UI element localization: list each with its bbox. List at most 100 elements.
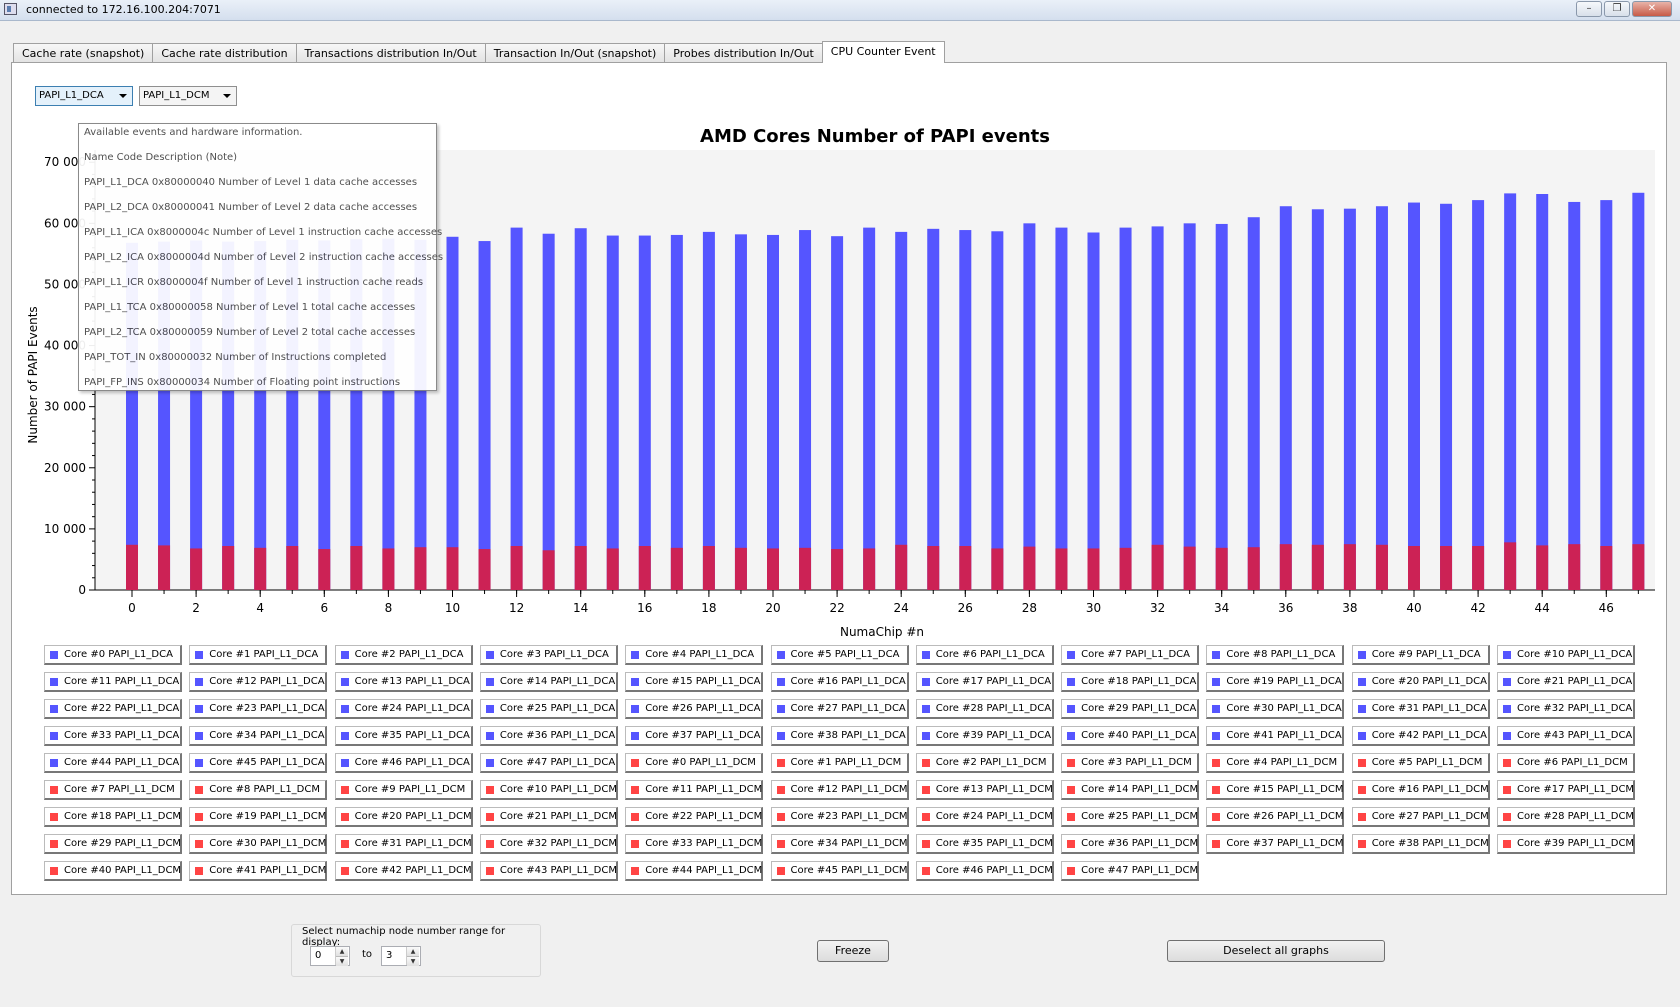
legend-item[interactable]: Core #14 PAPI_L1_DCA [479,672,618,692]
legend-item[interactable]: Core #6 PAPI_L1_DCA [915,645,1054,665]
legend-item[interactable]: Core #47 PAPI_L1_DCM [1061,861,1200,881]
legend-item[interactable]: Core #29 PAPI_L1_DCM [44,834,182,854]
legend-item[interactable]: Core #19 PAPI_L1_DCA [1206,672,1345,692]
legend-item[interactable]: Core #42 PAPI_L1_DCA [1351,726,1490,746]
legend-item[interactable]: Core #8 PAPI_L1_DCA [1206,645,1345,665]
legend-item[interactable]: Core #37 PAPI_L1_DCM [1206,834,1345,854]
legend-item[interactable]: Core #39 PAPI_L1_DCA [915,726,1054,746]
range-from-spinbox[interactable]: 0 ▲ ▼ [310,946,350,966]
legend-item[interactable]: Core #3 PAPI_L1_DCM [1061,753,1200,773]
legend-item[interactable]: Core #37 PAPI_L1_DCA [625,726,764,746]
popup-event-item[interactable]: PAPI_L1_ICR 0x8000004f Number of Level 1… [84,277,423,288]
legend-item[interactable]: Core #17 PAPI_L1_DCA [915,672,1054,692]
legend-item[interactable]: Core #40 PAPI_L1_DCA [1061,726,1200,746]
legend-item[interactable]: Core #5 PAPI_L1_DCM [1351,753,1490,773]
legend-item[interactable]: Core #32 PAPI_L1_DCM [479,834,618,854]
legend-item[interactable]: Core #40 PAPI_L1_DCM [44,861,182,881]
legend-item[interactable]: Core #28 PAPI_L1_DCM [1497,807,1635,827]
legend-item[interactable]: Core #18 PAPI_L1_DCA [1061,672,1200,692]
legend-item[interactable]: Core #16 PAPI_L1_DCA [770,672,909,692]
legend-item[interactable]: Core #10 PAPI_L1_DCM [479,780,618,800]
legend-item[interactable]: Core #34 PAPI_L1_DCM [770,834,909,854]
legend-item[interactable]: Core #14 PAPI_L1_DCM [1061,780,1200,800]
legend-item[interactable]: Core #36 PAPI_L1_DCA [479,726,618,746]
legend-item[interactable]: Core #4 PAPI_L1_DCM [1206,753,1345,773]
legend-item[interactable]: Core #27 PAPI_L1_DCA [770,699,909,719]
legend-item[interactable]: Core #31 PAPI_L1_DCM [334,834,473,854]
spin-up-icon[interactable]: ▲ [336,947,348,956]
legend-item[interactable]: Core #38 PAPI_L1_DCM [1351,834,1490,854]
legend-item[interactable]: Core #0 PAPI_L1_DCA [44,645,182,665]
legend-item[interactable]: Core #10 PAPI_L1_DCA [1497,645,1635,665]
legend-item[interactable]: Core #45 PAPI_L1_DCM [770,861,909,881]
legend-item[interactable]: Core #43 PAPI_L1_DCA [1497,726,1635,746]
legend-item[interactable]: Core #22 PAPI_L1_DCA [44,699,182,719]
legend-item[interactable]: Core #22 PAPI_L1_DCM [625,807,764,827]
legend-item[interactable]: Core #23 PAPI_L1_DCA [189,699,328,719]
legend-item[interactable]: Core #21 PAPI_L1_DCM [479,807,618,827]
legend-item[interactable]: Core #31 PAPI_L1_DCA [1351,699,1490,719]
legend-item[interactable]: Core #26 PAPI_L1_DCA [625,699,764,719]
legend-item[interactable]: Core #28 PAPI_L1_DCA [915,699,1054,719]
legend-item[interactable]: Core #35 PAPI_L1_DCM [915,834,1054,854]
range-to-spinbox[interactable]: 3 ▲ ▼ [381,946,421,966]
legend-item[interactable]: Core #11 PAPI_L1_DCA [44,672,182,692]
deselect-all-button[interactable]: Deselect all graphs [1167,940,1385,962]
popup-event-item[interactable]: PAPI_L2_TCA 0x80000059 Number of Level 2… [84,327,415,338]
legend-item[interactable]: Core #6 PAPI_L1_DCM [1497,753,1635,773]
legend-item[interactable]: Core #33 PAPI_L1_DCA [44,726,182,746]
legend-item[interactable]: Core #20 PAPI_L1_DCA [1351,672,1490,692]
legend-item[interactable]: Core #32 PAPI_L1_DCA [1497,699,1635,719]
legend-item[interactable]: Core #30 PAPI_L1_DCM [189,834,328,854]
spin-down-icon[interactable]: ▼ [407,956,419,966]
legend-item[interactable]: Core #2 PAPI_L1_DCM [915,753,1054,773]
legend-item[interactable]: Core #29 PAPI_L1_DCA [1061,699,1200,719]
popup-event-item[interactable]: PAPI_FP_INS 0x80000034 Number of Floatin… [84,377,400,388]
legend-item[interactable]: Core #0 PAPI_L1_DCM [625,753,764,773]
popup-event-item[interactable]: PAPI_L1_DCA 0x80000040 Number of Level 1… [84,177,417,188]
popup-event-item[interactable]: PAPI_L1_TCA 0x80000058 Number of Level 1… [84,302,415,313]
legend-item[interactable]: Core #24 PAPI_L1_DCM [915,807,1054,827]
tab-cpu-counter-event[interactable]: CPU Counter Event [821,41,945,63]
freeze-button[interactable]: Freeze [817,940,889,962]
legend-item[interactable]: Core #35 PAPI_L1_DCA [334,726,473,746]
legend-item[interactable]: Core #13 PAPI_L1_DCM [915,780,1054,800]
legend-item[interactable]: Core #33 PAPI_L1_DCM [625,834,764,854]
legend-item[interactable]: Core #1 PAPI_L1_DCM [770,753,909,773]
legend-item[interactable]: Core #7 PAPI_L1_DCA [1061,645,1200,665]
legend-item[interactable]: Core #30 PAPI_L1_DCA [1206,699,1345,719]
popup-event-item[interactable]: PAPI_L2_DCA 0x80000041 Number of Level 2… [84,202,417,213]
legend-item[interactable]: Core #18 PAPI_L1_DCM [44,807,182,827]
legend-item[interactable]: Core #7 PAPI_L1_DCM [44,780,182,800]
legend-item[interactable]: Core #3 PAPI_L1_DCA [479,645,618,665]
legend-item[interactable]: Core #15 PAPI_L1_DCA [625,672,764,692]
legend-item[interactable]: Core #5 PAPI_L1_DCA [770,645,909,665]
legend-item[interactable]: Core #36 PAPI_L1_DCM [1061,834,1200,854]
popup-event-item[interactable]: PAPI_L1_ICA 0x8000004c Number of Level 1… [84,227,442,238]
legend-item[interactable]: Core #41 PAPI_L1_DCM [189,861,328,881]
legend-item[interactable]: Core #13 PAPI_L1_DCA [334,672,473,692]
legend-item[interactable]: Core #41 PAPI_L1_DCA [1206,726,1345,746]
legend-item[interactable]: Core #38 PAPI_L1_DCA [770,726,909,746]
legend-item[interactable]: Core #2 PAPI_L1_DCA [334,645,473,665]
legend-item[interactable]: Core #24 PAPI_L1_DCA [334,699,473,719]
legend-item[interactable]: Core #21 PAPI_L1_DCA [1497,672,1635,692]
legend-item[interactable]: Core #12 PAPI_L1_DCM [770,780,909,800]
legend-item[interactable]: Core #23 PAPI_L1_DCM [770,807,909,827]
legend-item[interactable]: Core #11 PAPI_L1_DCM [625,780,764,800]
legend-item[interactable]: Core #19 PAPI_L1_DCM [189,807,328,827]
legend-item[interactable]: Core #27 PAPI_L1_DCM [1351,807,1490,827]
popup-event-item[interactable]: PAPI_L2_ICA 0x8000004d Number of Level 2… [84,252,443,263]
legend-item[interactable]: Core #45 PAPI_L1_DCA [189,753,328,773]
legend-item[interactable]: Core #8 PAPI_L1_DCM [189,780,328,800]
legend-item[interactable]: Core #4 PAPI_L1_DCA [625,645,764,665]
legend-item[interactable]: Core #1 PAPI_L1_DCA [189,645,328,665]
legend-item[interactable]: Core #26 PAPI_L1_DCM [1206,807,1345,827]
popup-event-item[interactable]: PAPI_TOT_IN 0x80000032 Number of Instruc… [84,352,386,363]
legend-item[interactable]: Core #39 PAPI_L1_DCM [1497,834,1635,854]
legend-item[interactable]: Core #15 PAPI_L1_DCM [1206,780,1345,800]
legend-item[interactable]: Core #43 PAPI_L1_DCM [479,861,618,881]
legend-item[interactable]: Core #12 PAPI_L1_DCA [189,672,328,692]
legend-item[interactable]: Core #16 PAPI_L1_DCM [1351,780,1490,800]
legend-item[interactable]: Core #9 PAPI_L1_DCM [334,780,473,800]
